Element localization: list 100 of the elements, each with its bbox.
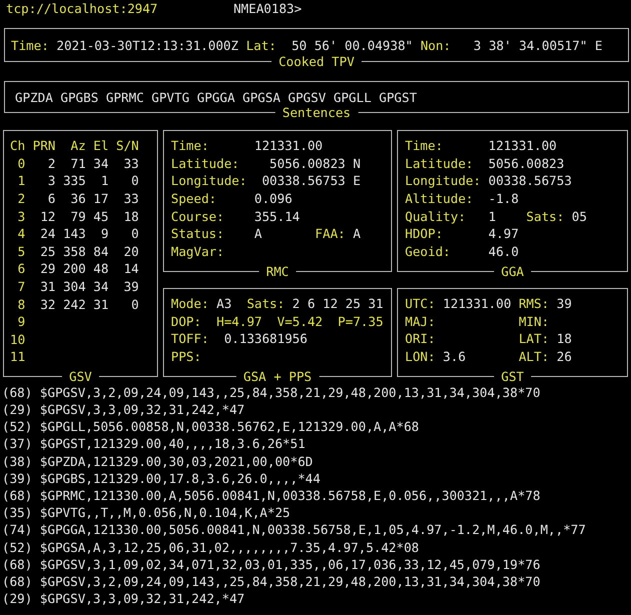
table-cell-text: 71 <box>70 154 86 172</box>
field-label: Lat: <box>246 37 276 55</box>
sentence-type: GPGBS <box>60 88 98 106</box>
panel-title: GST <box>494 370 532 383</box>
table-cell-text: 6 <box>46 190 56 208</box>
field-value: 00338.56753 E <box>260 172 362 190</box>
panel-title: RMC <box>258 264 296 278</box>
table-cell-text: 0 <box>130 225 139 243</box>
table-cell-text: 29 <box>39 260 56 278</box>
table-cell-text: 31 <box>39 278 56 296</box>
table-cell-text: 200 <box>62 260 86 278</box>
field-label: H=4.97 <box>216 312 262 330</box>
field-label: MAJ: <box>405 312 436 330</box>
field-label: P=7.35 <box>338 312 384 330</box>
field-value: 2 6 12 25 31 <box>292 294 384 313</box>
field-value: 46.0 <box>488 242 520 260</box>
channel-number: 5 <box>16 242 26 260</box>
panel-title: GGA <box>494 264 532 278</box>
field-label: DOP: <box>171 312 202 330</box>
column-header: Ch <box>10 137 26 155</box>
field-value: 39 <box>556 294 573 313</box>
field-value: 05 <box>572 208 588 226</box>
field-label: V=5.42 <box>277 312 323 330</box>
log-line: (29) $GPGSV,3,3,09,32,31,242,*47 <box>2 401 246 418</box>
panel-title: Sentences <box>274 106 358 120</box>
prompt: NMEA0183> <box>233 0 302 18</box>
field-label: HDOP: <box>405 225 444 243</box>
field-label: RMS: <box>518 294 550 313</box>
table-cell-text: 84 <box>92 242 109 260</box>
table-cell-text: 34 <box>92 154 109 172</box>
table-cell-text: 143 <box>62 225 86 243</box>
field-label: Time: <box>171 137 210 155</box>
table-cell-text: 358 <box>62 242 86 260</box>
field-label: Quality: <box>405 208 467 226</box>
sentence-type: GPZDA <box>15 88 53 106</box>
field-label: LAT: <box>518 330 550 348</box>
table-cell-text: 14 <box>122 260 139 278</box>
field-label: LON: <box>405 348 436 366</box>
field-value: 18 <box>556 330 573 348</box>
table-cell-text: 25 <box>39 242 56 260</box>
log-line: (52) $GPGSA,A,3,12,25,06,31,02,,,,,,,,7.35,4.97,5.42*08 <box>2 538 420 556</box>
field-value: 50 56' 00.04938" <box>290 37 413 55</box>
sentence-type: GPVTG <box>152 88 190 106</box>
table-cell-text: 17 <box>92 190 109 208</box>
field-value: 121331.00 <box>488 137 558 155</box>
field-label: Geoid: <box>405 242 452 260</box>
field-label: Non: <box>420 37 451 55</box>
table-cell-text: 20 <box>122 242 139 260</box>
field-label: ORI: <box>405 330 436 348</box>
field-value: 5056.00823 <box>488 154 566 172</box>
field-label: MIN: <box>518 312 550 330</box>
channel-number: 0 <box>16 154 26 172</box>
log-line: (74) $GPGGA,121330.00,5056.00841,N,00338.56758,E,1,05,4.97,-1.2,M,46.0,M,,*77 <box>2 521 587 539</box>
table-cell-text: 3 <box>46 172 56 190</box>
log-line: (52) $GPGLL,5056.00858,N,00338.56762,E,121329.00,A,A*68 <box>2 418 420 436</box>
table-cell-text: 45 <box>92 208 109 226</box>
field-value: 5056.00823 N <box>268 154 362 172</box>
field-value: 26 <box>556 348 573 366</box>
field-label: Longitude: <box>171 172 248 190</box>
column-header: Az <box>70 137 86 155</box>
field-label: Status: <box>171 225 226 243</box>
table-cell-text: 0 <box>130 296 139 314</box>
channel-number: 3 <box>16 208 26 226</box>
table-cell-text: 1 <box>100 172 109 190</box>
table-cell-text: 0 <box>130 172 139 190</box>
table-cell-text: 335 <box>62 172 86 190</box>
log-line: (68) $GPRMC,121330.00,A,5056.00841,N,00338.56758,E,0.056,,300321,,,A*78 <box>2 487 542 504</box>
field-value: 121331.00 <box>442 294 512 313</box>
table-cell-text: 33 <box>122 190 139 208</box>
field-label: Time: <box>405 137 444 155</box>
sentence-type: GPGGA <box>197 88 235 106</box>
log-line: (68) $GPGSV,3,1,09,02,34,071,32,03,01,335,,06,17,036,33,12,45,079,19*76 <box>2 556 542 573</box>
field-value: 3 38' 34.00517" E <box>472 37 602 55</box>
field-label: Time: <box>11 37 49 55</box>
panel-title: Cooked TPV <box>271 54 362 68</box>
field-value: 2021-03-30T12:13:31.000Z <box>56 37 238 55</box>
channel-number: 4 <box>16 225 26 243</box>
sentence-type: GPGLL <box>334 88 372 106</box>
channel-number: 6 <box>16 260 26 278</box>
table-cell-text: 79 <box>70 208 86 226</box>
field-value: A3 <box>216 294 233 313</box>
field-value: 0.133681956 <box>223 330 308 348</box>
table-cell-text: 39 <box>122 278 139 296</box>
field-label: Longitude: <box>405 172 482 190</box>
field-value: A <box>352 225 362 243</box>
channel-number: 8 <box>16 296 26 314</box>
channel-number: 9 <box>16 313 26 331</box>
table-cell-text: 34 <box>92 278 109 296</box>
field-label: ALT: <box>518 348 550 366</box>
log-line: (68) $GPGSV,3,2,09,24,09,143,,25,84,358,21,29,48,200,13,31,34,304,38*70 <box>2 384 542 402</box>
table-cell-text: 32 <box>39 296 56 314</box>
column-header: PRN <box>32 137 56 155</box>
channel-number: 2 <box>16 190 26 208</box>
field-label: Latitude: <box>171 154 240 172</box>
table-cell-text: 18 <box>122 208 139 226</box>
log-line: (68) $GPGSV,3,2,09,24,09,143,,25,84,358,21,29,48,200,13,31,34,304,38*70 <box>2 572 542 590</box>
column-header: S/N <box>115 137 139 155</box>
field-label: Latitude: <box>405 154 474 172</box>
field-label: Sats: <box>526 208 566 226</box>
table-cell-text: 36 <box>70 190 86 208</box>
